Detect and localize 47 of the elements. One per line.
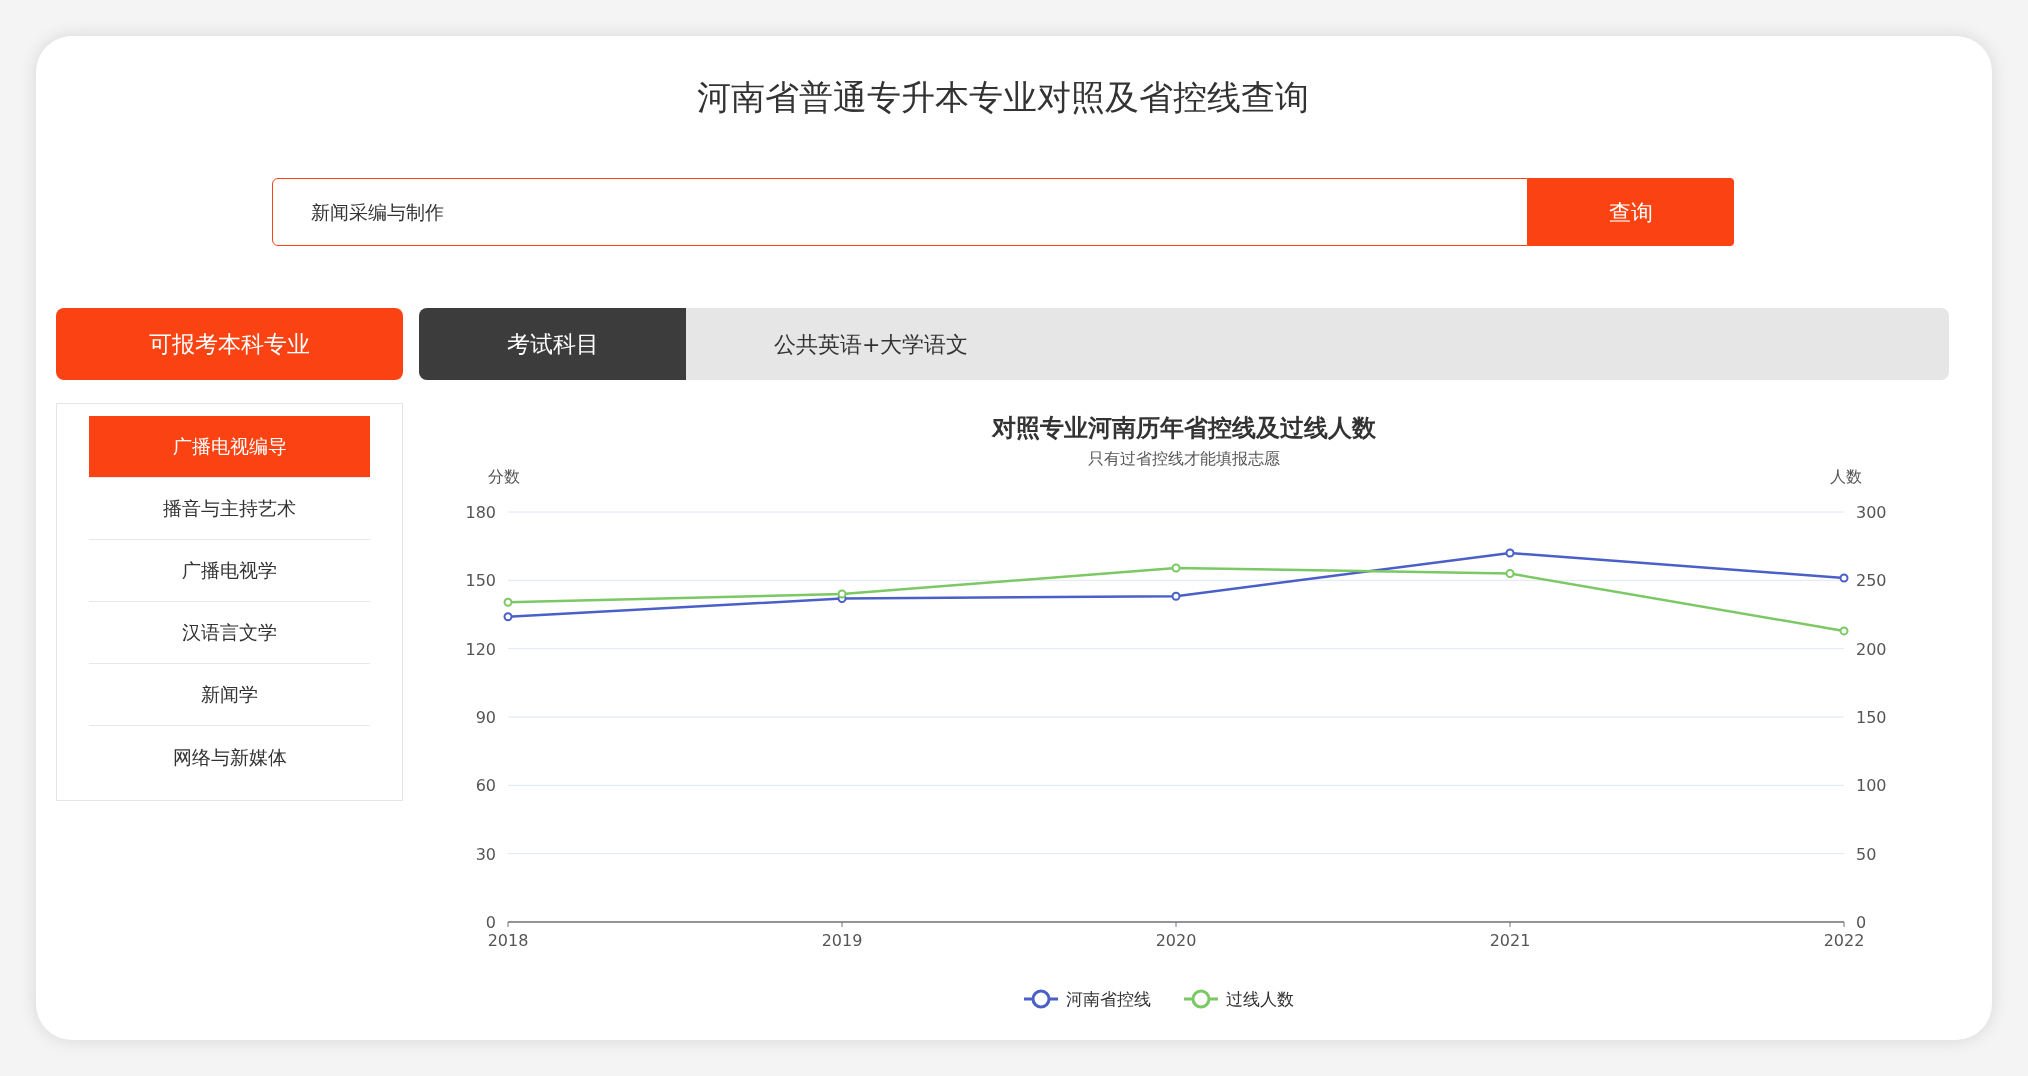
major-item[interactable]: 新闻学 — [89, 664, 370, 726]
tick-label: 200 — [1856, 639, 1887, 659]
tick-label: 300 — [1856, 503, 1887, 522]
tick-label: 30 — [475, 844, 496, 864]
data-point — [503, 597, 513, 607]
data-point — [1839, 573, 1849, 583]
search-field[interactable]: 新闻采编与制作 — [272, 178, 1528, 246]
chart-title: 对照专业河南历年省控线及过线人数 — [992, 414, 1376, 442]
major-item[interactable]: 汉语言文学 — [89, 602, 370, 664]
data-point — [1505, 548, 1515, 558]
exam-subject-label: 考试科目 — [419, 308, 686, 380]
tick-label: 60 — [475, 776, 496, 796]
major-item[interactable]: 播音与主持艺术 — [89, 478, 370, 540]
page-title: 河南省普通专升本专业对照及省控线查询 — [695, 80, 1310, 114]
chart-subtitle: 只有过省控线才能填报志愿 — [1088, 449, 1280, 468]
major-item[interactable]: 广播电视编导 — [89, 416, 370, 478]
data-point — [1171, 563, 1181, 573]
data-point — [1839, 626, 1849, 636]
tick-label: 0 — [485, 913, 496, 932]
tick-label: 120 — [465, 639, 496, 659]
tick-label: 150 — [465, 571, 496, 591]
tick-label: 2022 — [1823, 931, 1865, 950]
legend-label[interactable]: 河南省控线 — [1066, 989, 1151, 1009]
data-point — [837, 589, 847, 599]
tick-label: 2020 — [1155, 931, 1197, 950]
axis-title: 人数 — [1830, 467, 1862, 486]
major-item[interactable]: 网络与新媒体 — [89, 726, 370, 788]
tick-label: 90 — [475, 708, 496, 727]
data-point — [1505, 569, 1515, 578]
tick-label: 250 — [1856, 571, 1887, 591]
tick-label: 100 — [1856, 776, 1887, 796]
section-header: 可报考本科专业 — [56, 308, 403, 380]
tick-label: 0 — [1856, 913, 1867, 932]
tick-label: 50 — [1856, 844, 1877, 864]
legend-icon[interactable] — [1024, 989, 1058, 1009]
tick-label: 2021 — [1489, 931, 1531, 950]
data-point — [1171, 591, 1181, 601]
tick-label: 2019 — [821, 931, 863, 950]
exam-subjects: 公共英语+大学语文 — [774, 330, 969, 359]
tick-label: 150 — [1856, 708, 1887, 727]
data-point — [503, 612, 513, 622]
legend-label[interactable]: 过线人数 — [1226, 989, 1294, 1009]
tick-label: 2018 — [487, 931, 529, 950]
tick-label: 180 — [465, 503, 496, 522]
search-button[interactable]: 查询 — [1528, 178, 1734, 246]
axis-title: 分数 — [488, 467, 520, 486]
major-item[interactable]: 广播电视学 — [89, 540, 370, 602]
